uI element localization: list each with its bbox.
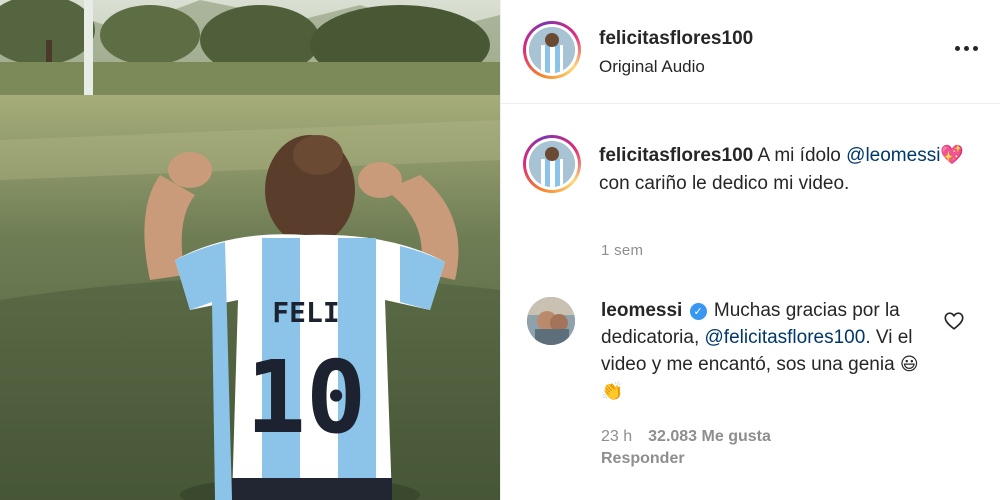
comment-time[interactable]: 23 h (601, 428, 632, 445)
jersey-number: 10 (246, 339, 366, 456)
caption-username[interactable]: felicitasflores100 (599, 145, 753, 166)
smiling-emoji: 😃 (899, 354, 919, 375)
caption-text-before: A mi ídolo (757, 145, 841, 166)
caption-avatar[interactable] (523, 135, 581, 193)
comment-like-button[interactable] (943, 310, 965, 332)
post-header: felicitasflores100 Original Audio (501, 0, 1000, 104)
reply-button[interactable]: Responder (601, 450, 685, 468)
comment-mention[interactable]: @felicitasflores100 (705, 327, 866, 348)
verified-badge-icon: ✓ (689, 303, 707, 320)
story-avatar[interactable] (523, 21, 581, 79)
post-caption: felicitasflores100 A mi ídolo @leomessi💖… (599, 141, 979, 198)
avatar (529, 27, 575, 73)
more-options-button[interactable] (953, 38, 981, 58)
comment-username[interactable]: leomessi (601, 300, 682, 321)
sparkling-heart-emoji: 💖 (940, 144, 965, 166)
more-horizontal-icon (955, 46, 960, 51)
comment: leomessi ✓ Muchas gracias por la dedicat… (601, 297, 931, 405)
post-video[interactable]: FELI 10 (0, 0, 500, 500)
original-audio-link[interactable]: Original Audio (599, 57, 705, 77)
video-frame: FELI 10 (0, 0, 500, 500)
jersey-name: FELI (272, 296, 339, 329)
clapping-hands-emoji: 👏 (601, 381, 624, 402)
instagram-post-view: FELI 10 felicitasflores100 Original Audi… (0, 0, 1000, 500)
caption-mention[interactable]: @leomessi (846, 145, 940, 166)
post-side-panel: felicitasflores100 Original Audio felici… (500, 0, 1000, 500)
comment-avatar[interactable] (527, 297, 575, 345)
post-age[interactable]: 1 sem (601, 242, 643, 259)
comment-meta: 23 h 32.083 Me gusta (601, 428, 771, 446)
avatar (529, 141, 575, 187)
post-author-username[interactable]: felicitasflores100 (599, 28, 753, 50)
comment-likes[interactable]: 32.083 Me gusta (648, 428, 771, 445)
caption-text-after: con cariño le dedico mi video. (599, 173, 850, 194)
heart-outline-icon (944, 312, 964, 330)
